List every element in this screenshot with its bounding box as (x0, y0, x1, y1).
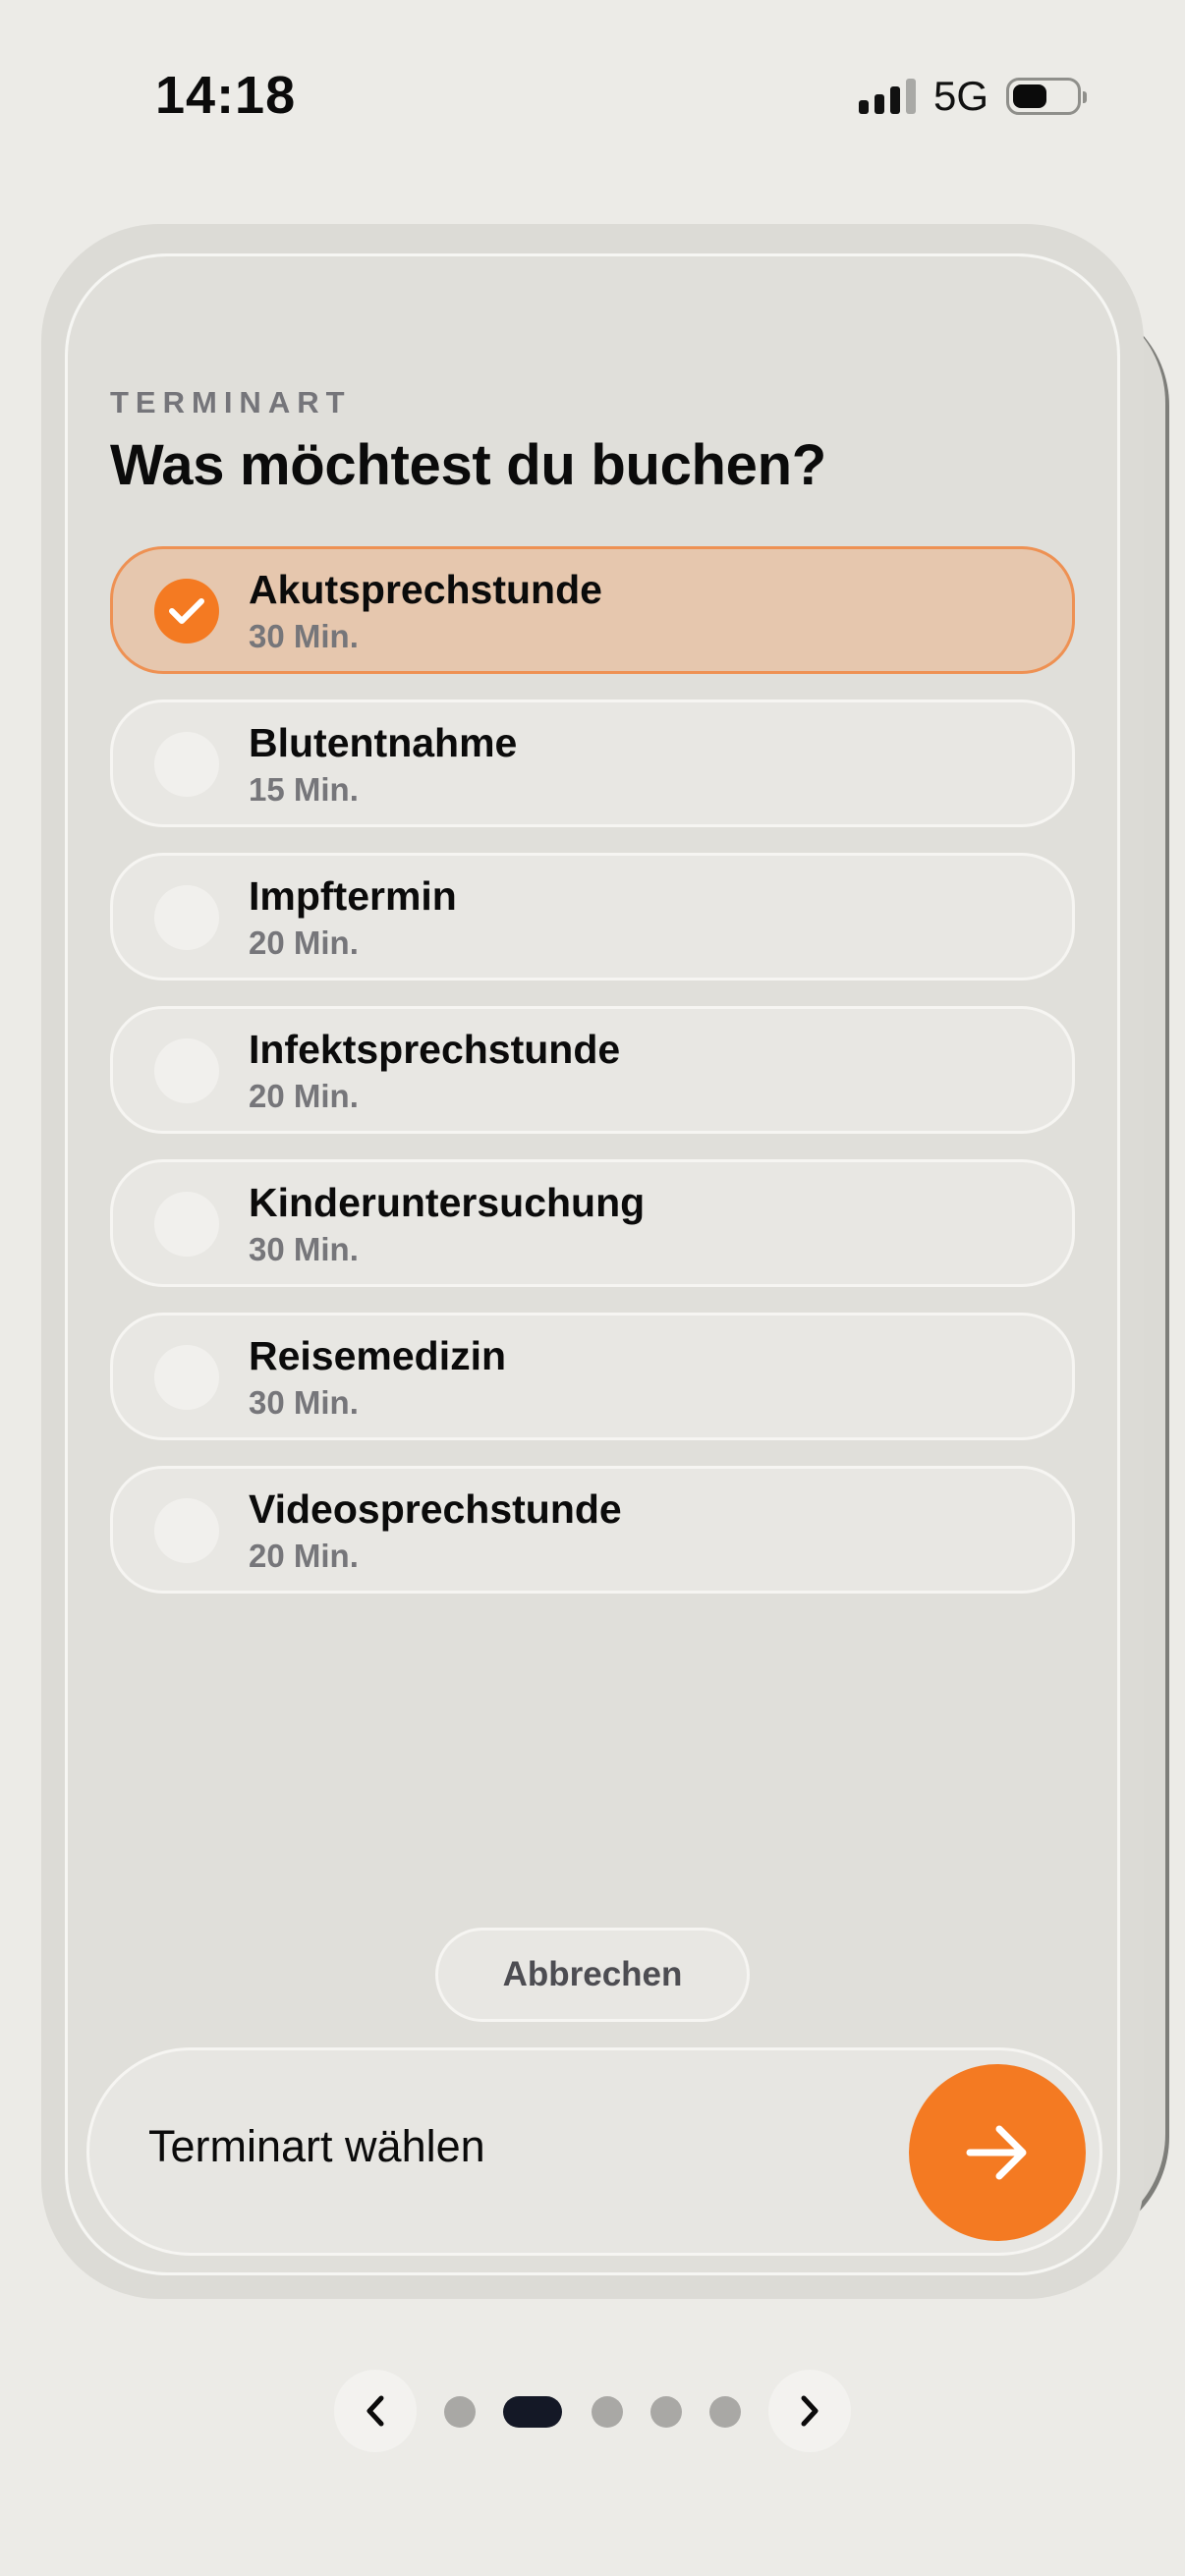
battery-level (1013, 84, 1046, 108)
option-item[interactable]: Kinderuntersuchung 30 Min. (110, 1159, 1075, 1287)
radio-button[interactable] (154, 1345, 219, 1410)
option-title: Kinderuntersuchung (249, 1180, 646, 1225)
battery-icon (1006, 78, 1087, 115)
option-item[interactable]: Blutentnahme 15 Min. (110, 700, 1075, 827)
option-duration: 20 Min. (249, 1078, 359, 1114)
option-duration: 15 Min. (249, 771, 359, 808)
network-label: 5G (932, 73, 988, 119)
pager-dot[interactable] (650, 2396, 682, 2428)
action-label: Terminart wählen (148, 2121, 485, 2171)
arrow-right-icon (966, 2125, 1027, 2180)
option-title: Impftermin (249, 873, 457, 919)
pager-dot-active[interactable] (503, 2396, 562, 2428)
option-duration: 20 Min. (249, 1538, 359, 1574)
pager-prev-button[interactable] (334, 2370, 417, 2452)
next-button[interactable] (909, 2064, 1086, 2241)
pager-dot[interactable] (709, 2396, 741, 2428)
action-bar: Terminart wählen (86, 2047, 1102, 2256)
pager-dot[interactable] (444, 2396, 476, 2428)
check-icon (169, 598, 204, 624)
pager-next-button[interactable] (768, 2370, 851, 2452)
option-title: Akutsprechstunde (249, 567, 602, 612)
option-item[interactable]: Akutsprechstunde 30 Min. (110, 546, 1075, 674)
chevron-right-icon (801, 2395, 818, 2427)
radio-button[interactable] (154, 732, 219, 797)
option-duration: 30 Min. (249, 618, 359, 654)
radio-button[interactable] (154, 1498, 219, 1563)
option-duration: 30 Min. (249, 1231, 359, 1267)
status-time: 14:18 (155, 66, 297, 125)
option-title: Videosprechstunde (249, 1486, 622, 1532)
option-title: Blutentnahme (249, 720, 518, 765)
signal-icon (858, 79, 916, 114)
radio-button[interactable] (154, 1038, 219, 1103)
option-item[interactable]: Reisemedizin 30 Min. (110, 1313, 1075, 1440)
option-duration: 20 Min. (249, 924, 359, 961)
status-indicators: 5G (858, 73, 1087, 120)
option-title: Reisemedizin (249, 1333, 507, 1378)
pager-dot[interactable] (592, 2396, 623, 2428)
chevron-left-icon (367, 2395, 384, 2427)
option-title: Infektsprechstunde (249, 1027, 621, 1072)
option-item[interactable]: Videosprechstunde 20 Min. (110, 1466, 1075, 1594)
option-item[interactable]: Impftermin 20 Min. (110, 853, 1075, 980)
radio-button[interactable] (154, 1192, 219, 1257)
cancel-button[interactable]: Abbrechen (435, 1928, 750, 2022)
section-eyebrow: TERMINART (110, 385, 352, 420)
option-duration: 30 Min. (249, 1384, 359, 1421)
radio-button[interactable] (154, 579, 219, 644)
appointment-type-list: Akutsprechstunde 30 Min. Blutentnahme 15… (110, 546, 1075, 1619)
radio-button[interactable] (154, 885, 219, 950)
page-title: Was möchtest du buchen? (110, 433, 826, 497)
option-item[interactable]: Infektsprechstunde 20 Min. (110, 1006, 1075, 1134)
